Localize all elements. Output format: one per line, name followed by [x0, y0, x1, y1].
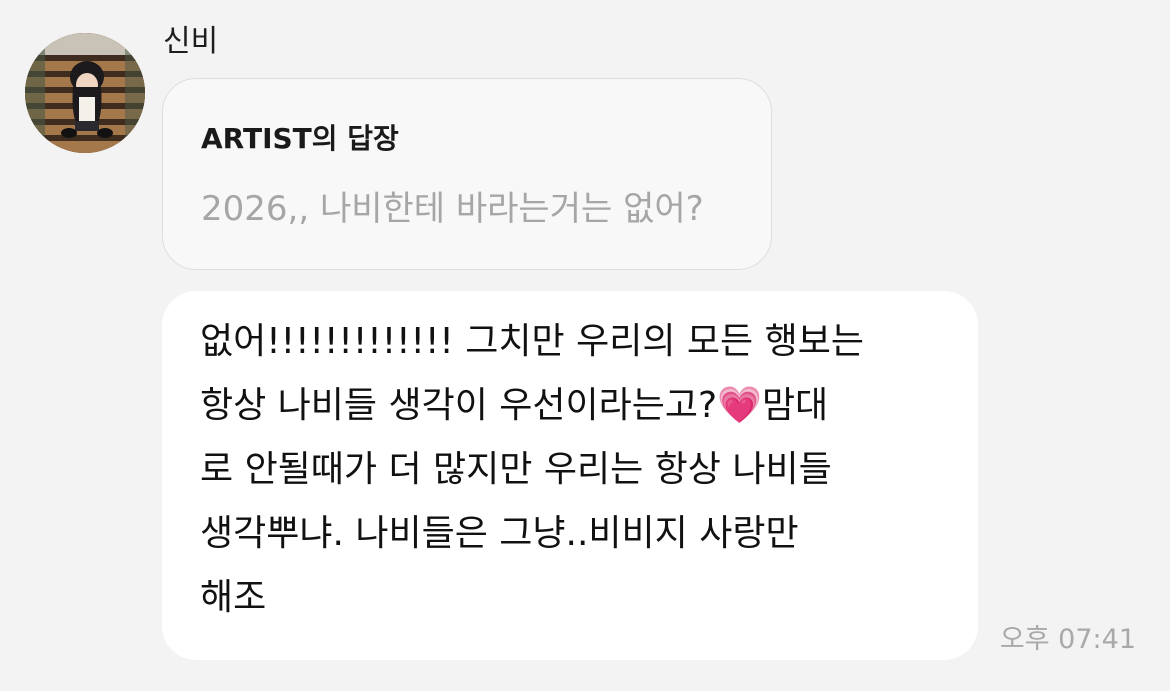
quoted-message: 2026,, 나비한테 바라는거는 없어? — [201, 189, 704, 229]
reply-quote-bubble[interactable]: ARTIST의 답장 2026,, 나비한테 바라는거는 없어? — [162, 78, 772, 270]
reply-label: ARTIST의 답장 — [201, 122, 399, 155]
message-timestamp: 오후 07:41 — [999, 624, 1136, 655]
message-bubble[interactable]: 없어!!!!!!!!!!!!! 그치만 우리의 모든 행보는 항상 나비들 생각… — [162, 291, 978, 660]
message-text: 없어!!!!!!!!!!!!! 그치만 우리의 모든 행보는 항상 나비들 생각… — [200, 321, 864, 618]
sender-name: 신비 — [163, 24, 219, 59]
profile-photo-avatar-icon — [25, 33, 145, 153]
avatar[interactable] — [25, 33, 145, 153]
